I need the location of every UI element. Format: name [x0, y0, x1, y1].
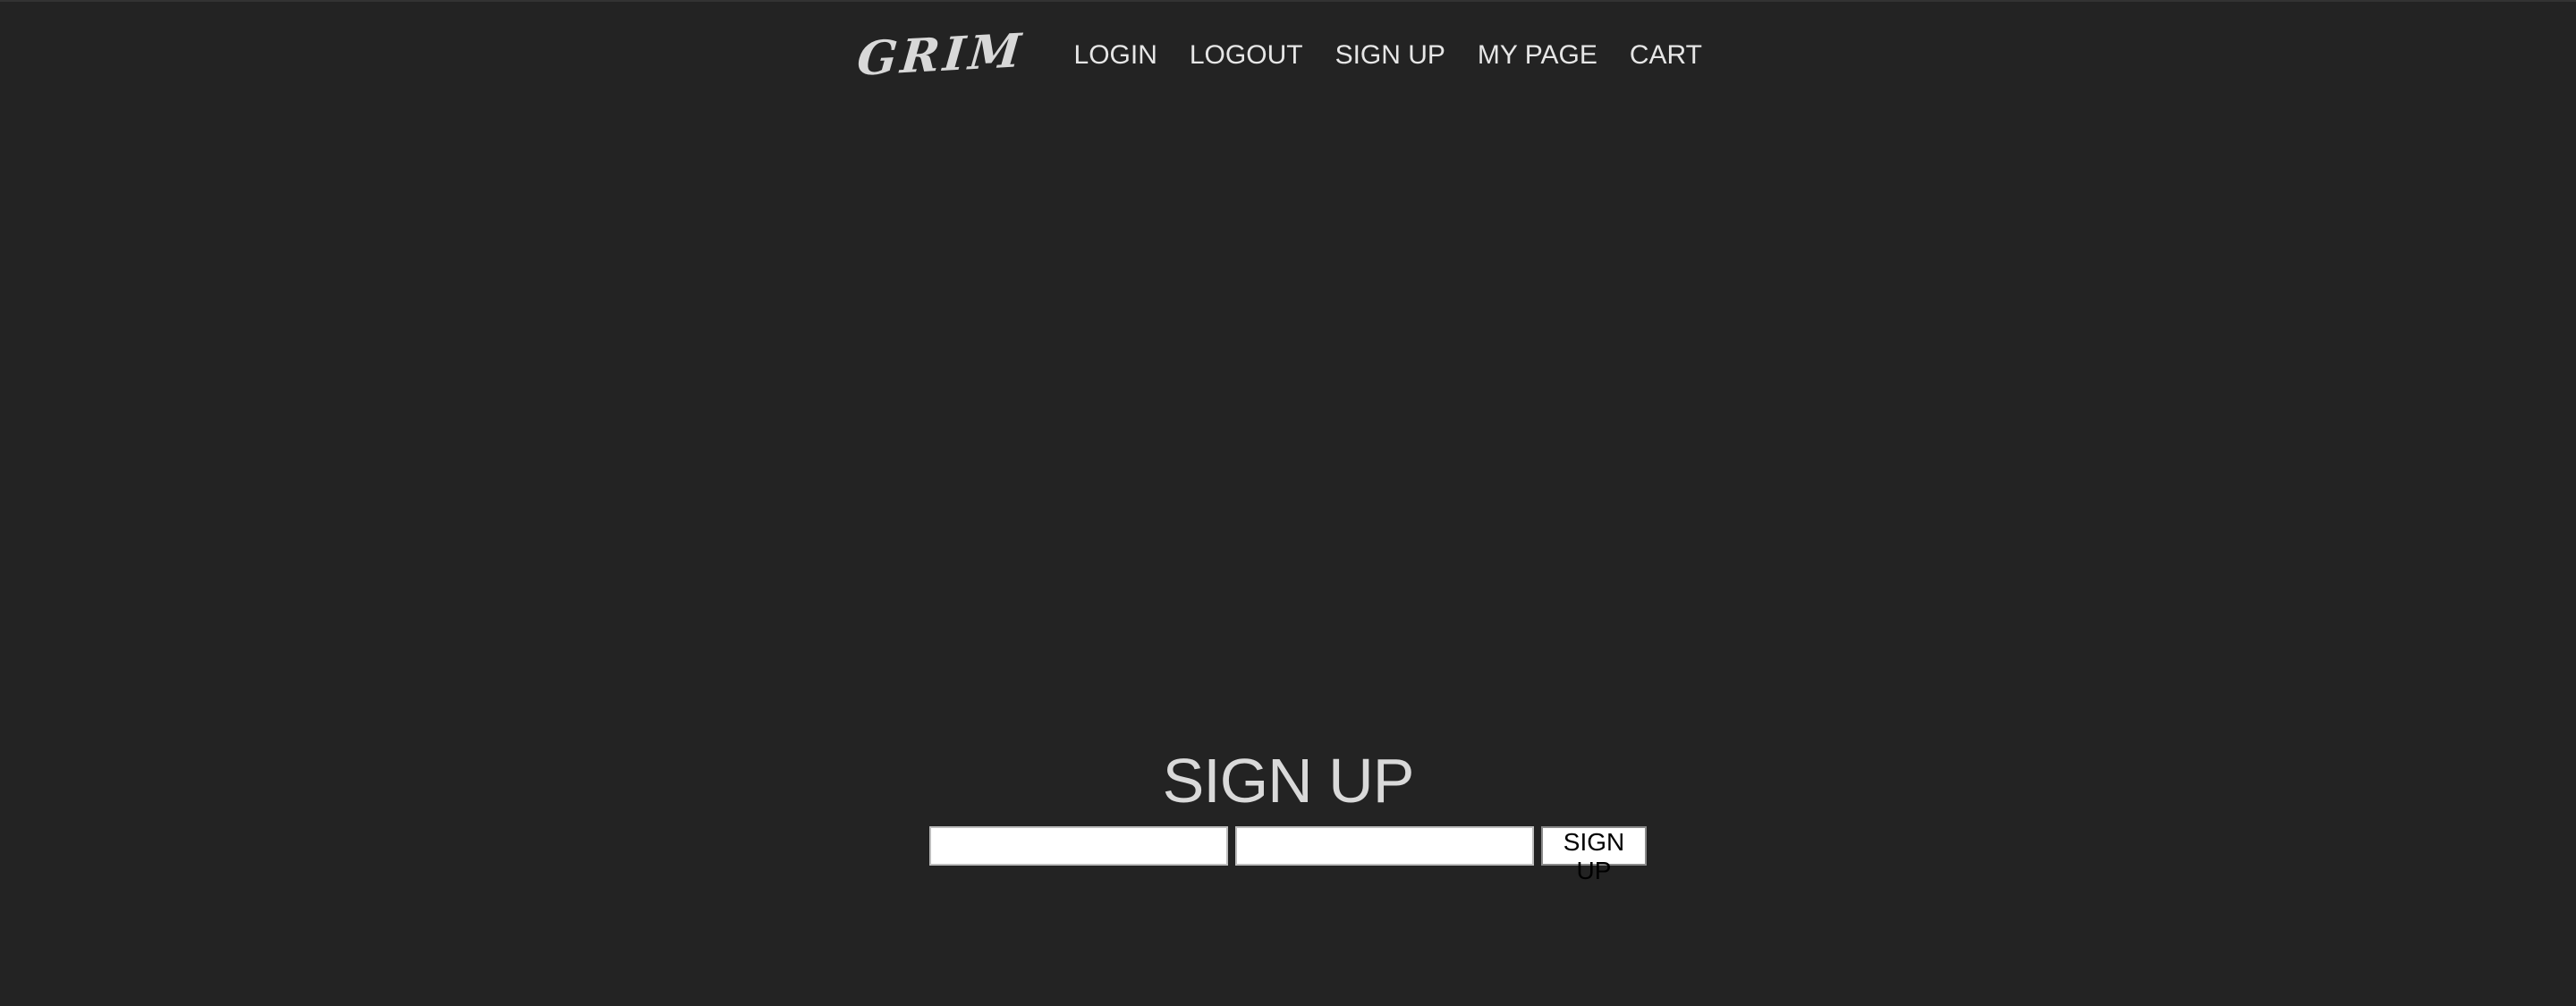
signup-field-2[interactable] — [1235, 826, 1534, 866]
nav-logout-link[interactable]: LOGOUT — [1190, 42, 1303, 69]
page-title: SIGN UP — [1162, 746, 1415, 816]
top-border — [0, 0, 2576, 2]
main-nav: GRIM LOGIN LOGOUT SIGN UP MY PAGE CART — [0, 23, 2576, 87]
nav-mypage-link[interactable]: MY PAGE — [1478, 42, 1597, 69]
nav-cart-link[interactable]: CART — [1630, 42, 1702, 69]
logo[interactable]: GRIM — [855, 23, 1027, 87]
nav-signup-link[interactable]: SIGN UP — [1335, 42, 1445, 69]
signup-section: SIGN UP SIGN UP — [0, 746, 2576, 884]
signup-button[interactable]: SIGN UP — [1541, 826, 1647, 884]
nav-login-link[interactable]: LOGIN — [1074, 42, 1157, 69]
signup-field-1[interactable] — [929, 826, 1228, 866]
signup-form: SIGN UP — [929, 826, 1647, 884]
